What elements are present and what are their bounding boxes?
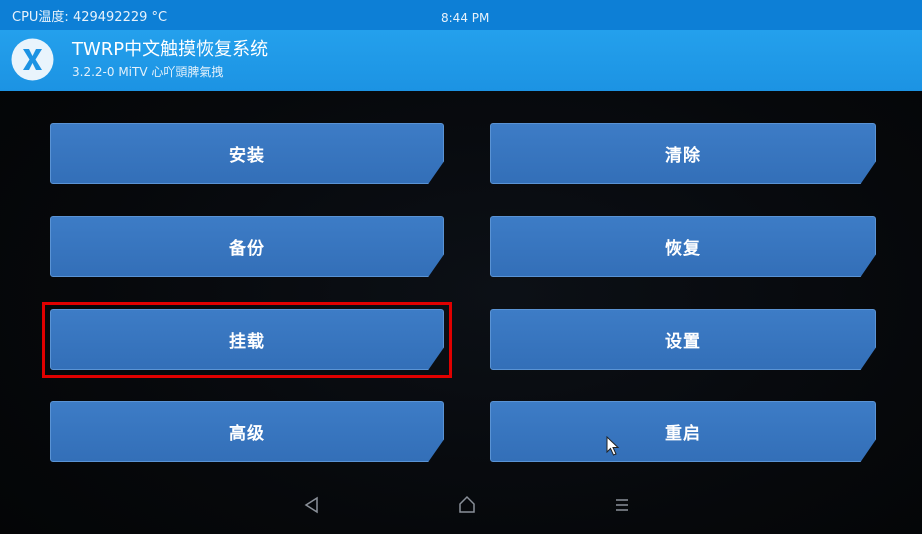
reboot-button[interactable]: 重启 [490, 401, 876, 462]
twrp-logo-icon [11, 38, 54, 81]
app-header: TWRP中文触摸恢复系统 3.2.2-0 MiTV 心吖頭脾氣拽 [0, 30, 922, 91]
advanced-button-label: 高级 [229, 424, 265, 444]
restore-button-label: 恢复 [665, 239, 701, 259]
settings-button-label: 设置 [665, 332, 701, 352]
mount-button-label: 挂载 [229, 332, 265, 352]
twrp-screen: CPU温度: 429492229 °C 8:44 PM TWRP中文触摸恢复系统… [0, 0, 922, 534]
install-button[interactable]: 安装 [50, 123, 444, 184]
app-title: TWRP中文触摸恢复系统 [72, 39, 269, 60]
mount-button[interactable]: 挂载 [50, 309, 444, 370]
menu-button[interactable] [607, 490, 637, 520]
install-button-label: 安装 [229, 146, 265, 166]
cpu-temperature: CPU温度: 429492229 °C [12, 10, 168, 25]
back-icon [304, 496, 318, 514]
menu-icon [616, 499, 628, 511]
mouse-cursor-icon [606, 436, 620, 456]
status-bar: CPU温度: 429492229 °C 8:44 PM [0, 0, 922, 30]
navigation-bar [0, 480, 922, 534]
clock: 8:44 PM [441, 11, 490, 25]
back-button[interactable] [297, 490, 327, 520]
reboot-button-label: 重启 [665, 424, 701, 444]
wipe-button[interactable]: 清除 [490, 123, 876, 184]
backup-button-label: 备份 [229, 239, 265, 259]
home-icon [459, 495, 475, 513]
wipe-button-label: 清除 [665, 146, 701, 166]
settings-button[interactable]: 设置 [490, 309, 876, 370]
backup-button[interactable]: 备份 [50, 216, 444, 277]
home-button[interactable] [452, 490, 482, 520]
app-version: 3.2.2-0 MiTV 心吖頭脾氣拽 [72, 65, 224, 79]
advanced-button[interactable]: 高级 [50, 401, 444, 462]
restore-button[interactable]: 恢复 [490, 216, 876, 277]
